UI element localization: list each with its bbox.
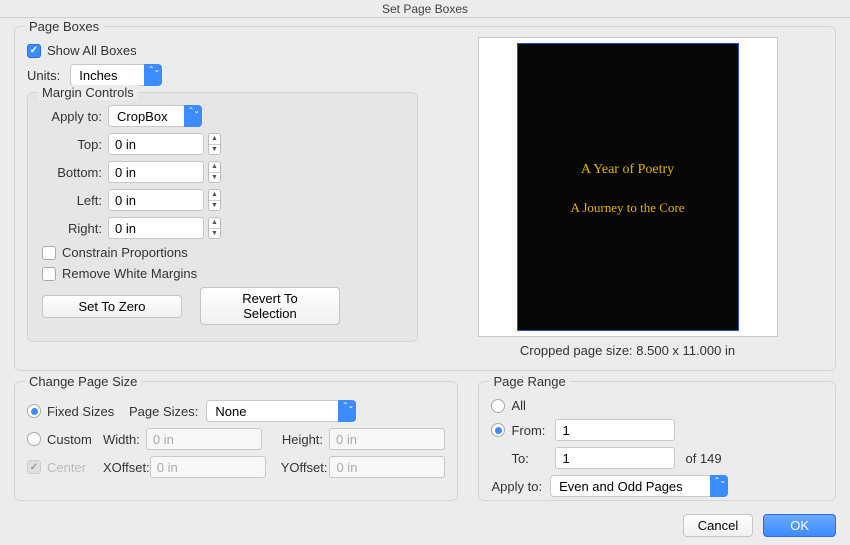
remove-white-margins-checkbox[interactable] bbox=[42, 267, 56, 281]
center-label: Center bbox=[47, 460, 103, 475]
page-boxes-group: Page Boxes Show All Boxes Units: Inches … bbox=[14, 26, 836, 371]
top-stepper[interactable]: ▲▼ bbox=[208, 133, 221, 155]
all-label: All bbox=[511, 398, 525, 413]
xoffset-input[interactable] bbox=[150, 456, 266, 478]
revert-to-selection-button[interactable]: Revert To Selection bbox=[200, 287, 340, 325]
remove-white-margins-label: Remove White Margins bbox=[62, 266, 197, 281]
margin-controls-legend: Margin Controls bbox=[38, 85, 138, 100]
of-total-label: of 149 bbox=[685, 451, 721, 466]
yoffset-input[interactable] bbox=[329, 456, 445, 478]
from-radio[interactable] bbox=[491, 423, 505, 437]
xoffset-label: XOffset: bbox=[103, 460, 150, 475]
height-input[interactable] bbox=[329, 428, 445, 450]
change-page-size-legend: Change Page Size bbox=[25, 374, 141, 389]
left-input[interactable] bbox=[108, 189, 204, 211]
top-label: Top: bbox=[42, 137, 102, 152]
change-page-size-group: Change Page Size Fixed Sizes Page Sizes:… bbox=[14, 381, 458, 501]
width-label: Width: bbox=[103, 432, 140, 447]
cancel-button[interactable]: Cancel bbox=[683, 514, 753, 537]
page-preview: A Year of Poetry A Journey to the Core bbox=[478, 37, 778, 337]
apply-to-select[interactable]: CropBox bbox=[108, 105, 202, 127]
to-input[interactable] bbox=[555, 447, 675, 469]
right-label: Right: bbox=[42, 221, 102, 236]
apply-to-label: Apply to: bbox=[42, 109, 102, 124]
height-label: Height: bbox=[282, 432, 323, 447]
from-input[interactable] bbox=[555, 419, 675, 441]
left-label: Left: bbox=[42, 193, 102, 208]
width-input[interactable] bbox=[146, 428, 262, 450]
bottom-stepper[interactable]: ▲▼ bbox=[208, 161, 221, 183]
page-range-group: Page Range All From: To: of 149 Apply to… bbox=[478, 381, 836, 501]
page-sizes-label: Page Sizes: bbox=[129, 404, 198, 419]
right-stepper[interactable]: ▲▼ bbox=[208, 217, 221, 239]
margin-controls-group: Margin Controls Apply to: CropBox Top: ▲… bbox=[27, 92, 418, 342]
constrain-proportions-label: Constrain Proportions bbox=[62, 245, 188, 260]
right-input[interactable] bbox=[108, 217, 204, 239]
constrain-proportions-checkbox[interactable] bbox=[42, 246, 56, 260]
preview-line2: A Journey to the Core bbox=[570, 200, 684, 216]
bottom-input[interactable] bbox=[108, 161, 204, 183]
left-stepper[interactable]: ▲▼ bbox=[208, 189, 221, 211]
page-sizes-select[interactable]: None bbox=[206, 400, 356, 422]
show-all-boxes-checkbox[interactable] bbox=[27, 44, 41, 58]
show-all-boxes-label: Show All Boxes bbox=[47, 43, 137, 58]
page-boxes-legend: Page Boxes bbox=[25, 19, 103, 34]
range-apply-to-select[interactable]: Even and Odd Pages bbox=[550, 475, 728, 497]
page-preview-inner: A Year of Poetry A Journey to the Core bbox=[517, 43, 739, 331]
all-radio[interactable] bbox=[491, 399, 505, 413]
range-apply-to-label: Apply to: bbox=[491, 479, 542, 494]
preview-line1: A Year of Poetry bbox=[581, 162, 674, 178]
units-select[interactable]: Inches bbox=[70, 64, 162, 86]
fixed-sizes-label: Fixed Sizes bbox=[47, 404, 129, 419]
set-to-zero-button[interactable]: Set To Zero bbox=[42, 295, 182, 318]
center-checkbox[interactable] bbox=[27, 460, 41, 474]
custom-radio[interactable] bbox=[27, 432, 41, 446]
to-label: To: bbox=[511, 451, 555, 466]
custom-label: Custom bbox=[47, 432, 103, 447]
top-input[interactable] bbox=[108, 133, 204, 155]
ok-button[interactable]: OK bbox=[763, 514, 836, 537]
cropped-size-label: Cropped page size: 8.500 x 11.000 in bbox=[520, 343, 735, 358]
from-label: From: bbox=[511, 423, 555, 438]
bottom-label: Bottom: bbox=[42, 165, 102, 180]
units-label: Units: bbox=[27, 68, 60, 83]
fixed-sizes-radio[interactable] bbox=[27, 404, 41, 418]
window-title: Set Page Boxes bbox=[0, 0, 850, 18]
page-range-legend: Page Range bbox=[489, 374, 569, 389]
yoffset-label: YOffset: bbox=[281, 460, 328, 475]
